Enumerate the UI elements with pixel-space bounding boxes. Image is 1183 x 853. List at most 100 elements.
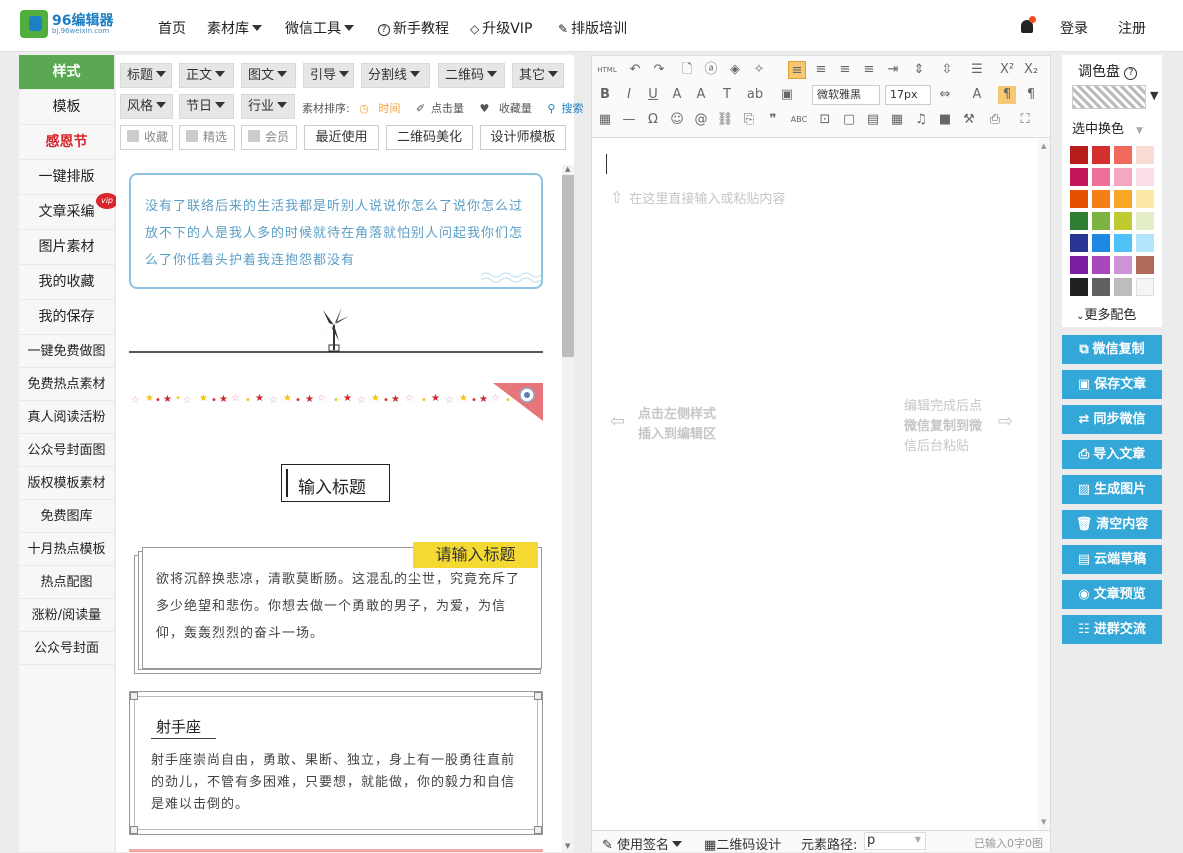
scroll-down-icon[interactable]: ▼	[565, 842, 570, 850]
quote-icon[interactable]: ❞	[764, 111, 782, 129]
filter-tab[interactable]: 标题	[120, 63, 172, 88]
subscript-icon[interactable]: X₂	[1022, 61, 1040, 79]
unlink-icon[interactable]: ⎘	[740, 111, 758, 129]
chevron-down-icon[interactable]: ▼	[1150, 89, 1158, 102]
paste-text-icon[interactable]: ⓐ	[702, 61, 720, 79]
path-select[interactable]: p ▼	[864, 832, 926, 850]
color-swatch[interactable]	[1092, 212, 1110, 230]
filter-tab[interactable]: 引导	[303, 63, 354, 88]
filter-tab[interactable]: 行业	[241, 94, 295, 119]
para-spacing-icon[interactable]: ⇳	[938, 61, 956, 79]
help-circle-icon[interactable]: ?	[1124, 67, 1138, 80]
redo-icon[interactable]: ↷	[650, 61, 668, 79]
filter-tab[interactable]: 二维码	[438, 63, 505, 88]
color-swatch[interactable]	[1070, 190, 1088, 208]
left-menu-item[interactable]: 我的保存	[19, 300, 114, 335]
bold-icon[interactable]: B	[596, 86, 614, 104]
left-menu-item[interactable]: 版权模板素材	[19, 467, 114, 500]
action-button[interactable]: ▨ 生成图片	[1062, 475, 1162, 504]
left-menu-item[interactable]: 公众号封面	[19, 632, 114, 665]
left-menu-item[interactable]: 免费图库	[19, 500, 114, 533]
indent-icon[interactable]: ⇥	[884, 61, 902, 79]
magic-icon[interactable]: ✧	[750, 61, 768, 79]
style-sample-sagittarius-card[interactable]: 射手座 射手座崇尚自由，勇敢、果断、独立，身上有一股勇往直前的劲儿，不管有多困难…	[129, 691, 543, 835]
sort-favorites[interactable]: ♥ 收藏量	[480, 102, 538, 115]
video-icon[interactable]: ■	[936, 111, 954, 129]
italic-icon[interactable]: I	[620, 86, 638, 104]
color-swatch[interactable]	[1136, 234, 1154, 252]
editor-scrollbar[interactable]: ▲ ▼	[1038, 138, 1050, 830]
color-swatch[interactable]	[1136, 146, 1154, 164]
sort-clicks[interactable]: ✐ 点击量	[416, 102, 470, 115]
action-button[interactable]: ▤ 云端草稿	[1062, 545, 1162, 574]
font-family-select[interactable]: 微软雅黑	[812, 85, 880, 105]
superscript-icon[interactable]: X²	[998, 61, 1016, 79]
action-button[interactable]: ⎙ 导入文章	[1062, 440, 1162, 469]
print-icon[interactable]: ⎙	[986, 111, 1004, 129]
nav-tutorial[interactable]: ? 新手教程	[378, 18, 449, 38]
color-swatch[interactable]	[1136, 256, 1154, 274]
filter-member-checkbox[interactable]: 会员	[241, 125, 297, 150]
scrollbar-thumb[interactable]	[562, 175, 574, 357]
left-menu-item[interactable]: 涨粉/阅读量	[19, 599, 114, 632]
multi-image-icon[interactable]: ▦	[888, 111, 906, 129]
sort-search[interactable]: ⚲ 搜索	[547, 102, 589, 115]
color-swatch[interactable]	[1070, 168, 1088, 186]
bell-icon[interactable]	[1021, 16, 1036, 33]
action-button[interactable]: ⇄ 同步微信	[1062, 405, 1162, 434]
nav-wechat-tools[interactable]: 微信工具	[285, 18, 354, 38]
brush-icon[interactable]: ⚒	[960, 111, 978, 129]
omega-icon[interactable]: Ω	[644, 111, 662, 129]
filter-tab[interactable]: 正文	[179, 63, 234, 88]
font-size-up-icon[interactable]: A	[968, 86, 986, 104]
scroll-up-icon[interactable]: ▲	[565, 165, 570, 173]
left-menu-item[interactable]: 我的收藏	[19, 265, 114, 300]
filter-tab[interactable]: 风格	[120, 94, 173, 119]
signature-control[interactable]: ✎ 使用签名	[602, 834, 683, 853]
qr-design-control[interactable]: ▦二维码设计	[704, 834, 781, 853]
eraser-icon[interactable]: ◈	[726, 61, 744, 79]
spellcheck-icon[interactable]: ABC	[790, 111, 808, 129]
left-menu-item[interactable]: 样式	[19, 55, 114, 90]
select-change-color[interactable]: 选中换色 ▼	[1072, 118, 1143, 137]
left-menu-item[interactable]: 感恩节	[19, 125, 114, 160]
nav-login[interactable]: 登录	[1060, 18, 1088, 38]
scroll-up-icon[interactable]: ▲	[1041, 142, 1046, 150]
align-left-icon[interactable]: ≡	[788, 61, 806, 79]
rtl-icon[interactable]: ¶	[1022, 86, 1040, 104]
ltr-icon[interactable]: ¶	[998, 86, 1016, 104]
align-center-icon[interactable]: ≡	[812, 61, 830, 79]
left-menu-item[interactable]: 模板	[19, 90, 114, 125]
style-sample-title-box[interactable]: 输入标题	[281, 464, 390, 502]
more-colors-link[interactable]: ⌄更多配色	[1076, 304, 1136, 323]
color-swatch[interactable]	[1092, 190, 1110, 208]
action-button[interactable]: ◉ 文章预览	[1062, 580, 1162, 609]
line-height-icon[interactable]: ⇕	[910, 61, 928, 79]
color-swatch[interactable]	[1092, 146, 1110, 164]
filter-favorites-checkbox[interactable]: 收藏	[120, 125, 173, 150]
font-size-select[interactable]: 17px	[885, 85, 931, 105]
editor-canvas[interactable]: ⇧ 在这里直接输入或粘贴内容 ⇦ 点击左侧样式 插入到编辑区 编辑完成后点 微信复…	[592, 138, 1050, 830]
filter-tab[interactable]: 分割线	[361, 63, 430, 88]
format-icon[interactable]: ab	[746, 86, 764, 104]
color-swatch[interactable]	[1136, 212, 1154, 230]
left-menu-item[interactable]: 十月热点模板	[19, 533, 114, 566]
scroll-down-icon[interactable]: ▼	[1041, 818, 1046, 826]
action-button[interactable]: ▣ 保存文章	[1062, 370, 1162, 399]
left-menu-item[interactable]: 文章采编 vip	[19, 193, 118, 230]
color-swatch[interactable]	[1136, 278, 1154, 296]
color-swatch[interactable]	[1114, 278, 1132, 296]
emoji-icon[interactable]: ☺	[668, 111, 686, 129]
style-sample-windmill-divider[interactable]	[129, 295, 543, 355]
color-swatch[interactable]	[1092, 234, 1110, 252]
color-swatch[interactable]	[1114, 168, 1132, 186]
left-menu-item[interactable]: 一键免费做图	[19, 335, 114, 368]
left-menu-item[interactable]: 公众号封面图	[19, 434, 114, 467]
left-menu-item[interactable]: 热点配图	[19, 566, 114, 599]
color-swatch[interactable]	[1092, 256, 1110, 274]
filter-featured-checkbox[interactable]: 精选	[179, 125, 235, 150]
color-swatch[interactable]	[1114, 146, 1132, 164]
anchor-icon[interactable]: @	[692, 111, 710, 129]
picture-icon[interactable]: ▢	[840, 111, 858, 129]
color-swatch[interactable]	[1136, 168, 1154, 186]
